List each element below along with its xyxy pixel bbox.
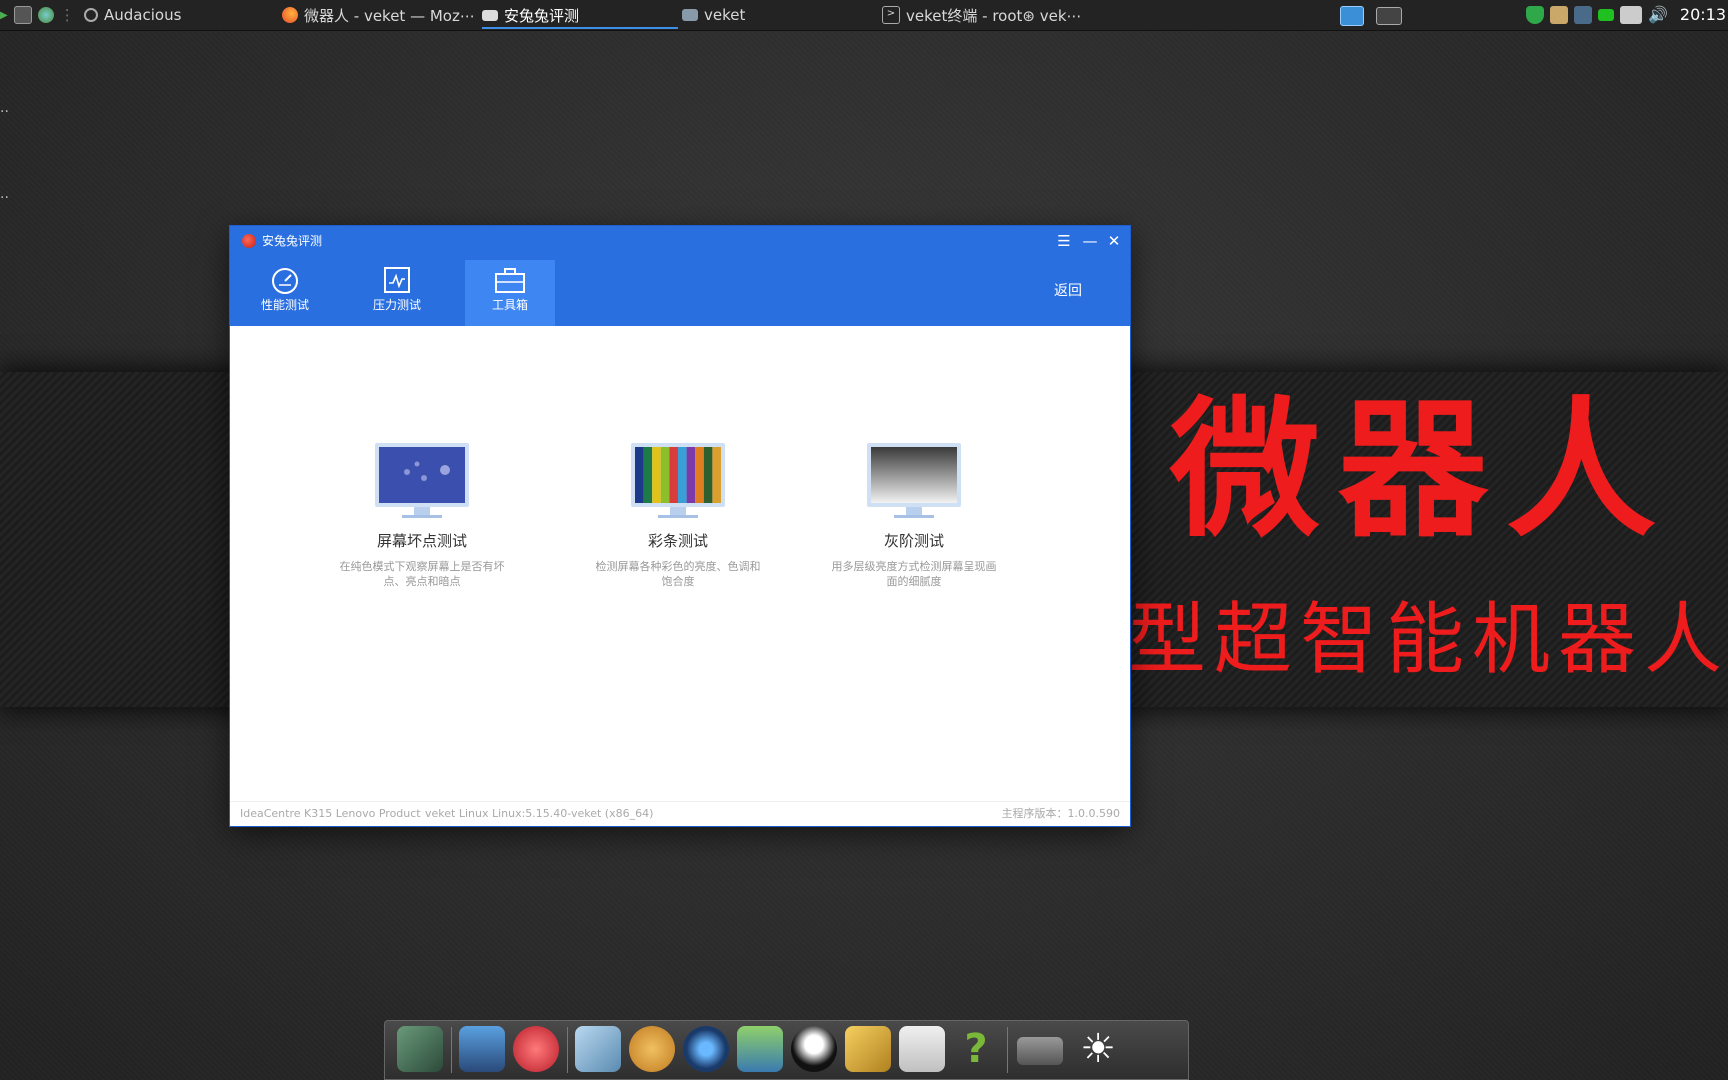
dock-drive-icon[interactable] bbox=[1017, 1037, 1063, 1065]
grayscale-monitor-icon bbox=[867, 443, 961, 518]
tab-label: 压力测试 bbox=[372, 298, 421, 312]
tool-grayscale-test[interactable]: 灰阶测试 用多层级亮度方式检测屏幕呈现画面的细腻度 bbox=[814, 440, 1014, 589]
task-label: veket bbox=[704, 6, 746, 24]
task-terminal[interactable]: > veket终端 - root⊛ vek⋯ bbox=[882, 0, 1082, 30]
task-veket-folder[interactable]: veket bbox=[682, 0, 745, 30]
dock-penguin-icon[interactable] bbox=[791, 1026, 837, 1072]
window-header: 安兔兔评测 ☰ — ✕ 性能测试 压力测试 工具箱 返回 bbox=[230, 226, 1130, 326]
back-button[interactable]: 返回 bbox=[1054, 280, 1082, 300]
close-icon[interactable]: ✕ bbox=[1104, 231, 1124, 251]
browser-launcher-icon[interactable] bbox=[37, 7, 54, 23]
dock-separator bbox=[1007, 1027, 1008, 1073]
window-icon bbox=[482, 9, 498, 21]
keyboard-icon[interactable] bbox=[1620, 6, 1642, 24]
tool-description: 用多层级亮度方式检测屏幕呈现画面的细腻度 bbox=[831, 560, 997, 588]
clock[interactable]: 20:13 bbox=[1680, 0, 1726, 30]
dock-users-icon[interactable] bbox=[737, 1026, 783, 1072]
dock-separator bbox=[567, 1027, 568, 1073]
task-label: 微器人 - veket — Moz⋯ bbox=[304, 6, 475, 25]
tab-toolbox[interactable]: 工具箱 bbox=[465, 260, 555, 326]
dock-text-editor-icon[interactable] bbox=[575, 1026, 621, 1072]
dock-brightness-icon[interactable]: ☀ bbox=[1075, 1026, 1121, 1072]
dock-help-icon[interactable]: ? bbox=[953, 1026, 999, 1072]
speedometer-icon bbox=[272, 268, 298, 294]
folder-icon bbox=[682, 9, 698, 21]
banner-subtitle: 型超智能机器人 bbox=[1128, 595, 1728, 685]
clipboard-icon[interactable] bbox=[1550, 6, 1568, 24]
tab-stress-test[interactable]: 压力测试 bbox=[352, 260, 442, 326]
workspace-1-icon[interactable] bbox=[1340, 6, 1364, 26]
battery-icon[interactable] bbox=[1598, 9, 1614, 21]
window-footer: IdeaCentre K315 Lenovo Product veket Lin… bbox=[230, 801, 1130, 826]
dock-computer-icon[interactable] bbox=[459, 1026, 505, 1072]
tool-dead-pixel-test[interactable]: 屏幕坏点测试 在纯色模式下观察屏幕上是否有坏点、亮点和暗点 bbox=[322, 440, 522, 589]
tab-label: 性能测试 bbox=[260, 298, 309, 312]
dock: ? ☀ bbox=[384, 1020, 1189, 1080]
toolbox-icon bbox=[495, 268, 525, 293]
dock-address-book-icon[interactable] bbox=[845, 1026, 891, 1072]
taskbar: ▶ ⋮ Audacious 微器人 - veket — Moz⋯ 安兔兔评测 v… bbox=[0, 0, 1728, 31]
tool-title: 灰阶测试 bbox=[883, 532, 944, 550]
dock-mascot-icon[interactable] bbox=[513, 1026, 559, 1072]
tool-title: 彩条测试 bbox=[647, 532, 708, 550]
tab-label: 工具箱 bbox=[491, 298, 528, 312]
chip-monitor-icon bbox=[384, 267, 410, 293]
tool-description: 检测屏幕各种彩色的亮度、色调和饱合度 bbox=[595, 560, 761, 588]
antutu-logo-icon bbox=[242, 234, 256, 248]
antutu-window: 安兔兔评测 ☰ — ✕ 性能测试 压力测试 工具箱 返回 屏幕坏点测试 在纯色模… bbox=[230, 226, 1130, 826]
device-model: IdeaCentre K315 Lenovo Product bbox=[240, 807, 421, 820]
terminal-launcher-icon[interactable] bbox=[13, 6, 32, 24]
audacious-icon bbox=[84, 8, 98, 22]
menu-arrow-icon[interactable]: ▶ bbox=[0, 10, 8, 21]
volume-icon[interactable]: 🔊 bbox=[1648, 6, 1668, 24]
dock-paint-icon[interactable] bbox=[629, 1026, 675, 1072]
task-audacious[interactable]: Audacious bbox=[84, 0, 181, 30]
task-label: 安兔兔评测 bbox=[504, 6, 580, 25]
task-label: veket终端 - root⊛ vek⋯ bbox=[906, 6, 1082, 25]
menu-icon[interactable]: ☰ bbox=[1054, 231, 1074, 251]
network-icon[interactable] bbox=[1574, 6, 1592, 24]
banner-title: 微器人 bbox=[1170, 382, 1675, 558]
app-version: 主程序版本：1.0.0.590 bbox=[1001, 807, 1120, 820]
dock-screenshot-icon[interactable] bbox=[397, 1026, 443, 1072]
dock-separator bbox=[451, 1027, 452, 1073]
tab-performance-test[interactable]: 性能测试 bbox=[240, 260, 330, 326]
task-firefox[interactable]: 微器人 - veket — Moz⋯ bbox=[282, 0, 475, 30]
minimize-icon[interactable]: — bbox=[1080, 231, 1100, 251]
color-bar-monitor-icon bbox=[631, 443, 725, 518]
desktop-icon-label[interactable]: .. bbox=[0, 186, 9, 202]
task-antutu[interactable]: 安兔兔评测 bbox=[482, 0, 678, 30]
tool-title: 屏幕坏点测试 bbox=[376, 532, 467, 550]
tool-description: 在纯色模式下观察屏幕上是否有坏点、亮点和暗点 bbox=[339, 560, 505, 588]
firefox-icon bbox=[282, 7, 298, 23]
workspace-2-icon[interactable] bbox=[1376, 7, 1402, 25]
terminal-icon: > bbox=[882, 6, 900, 24]
launcher-area: ▶ ⋮ bbox=[0, 0, 75, 30]
launcher-separator: ⋮ bbox=[59, 6, 75, 24]
desktop-icon-label[interactable]: .. bbox=[0, 100, 9, 116]
dock-chart-icon[interactable] bbox=[899, 1026, 945, 1072]
shield-icon[interactable] bbox=[1526, 6, 1544, 24]
dock-media-player-icon[interactable] bbox=[683, 1026, 729, 1072]
tool-color-bar-test[interactable]: 彩条测试 检测屏幕各种彩色的亮度、色调和饱合度 bbox=[578, 440, 778, 589]
window-title: 安兔兔评测 bbox=[262, 234, 323, 248]
task-label: Audacious bbox=[104, 6, 182, 24]
os-info: veket Linux Linux:5.15.40-veket (x86_64) bbox=[425, 807, 654, 820]
dead-pixel-monitor-icon bbox=[375, 443, 469, 518]
